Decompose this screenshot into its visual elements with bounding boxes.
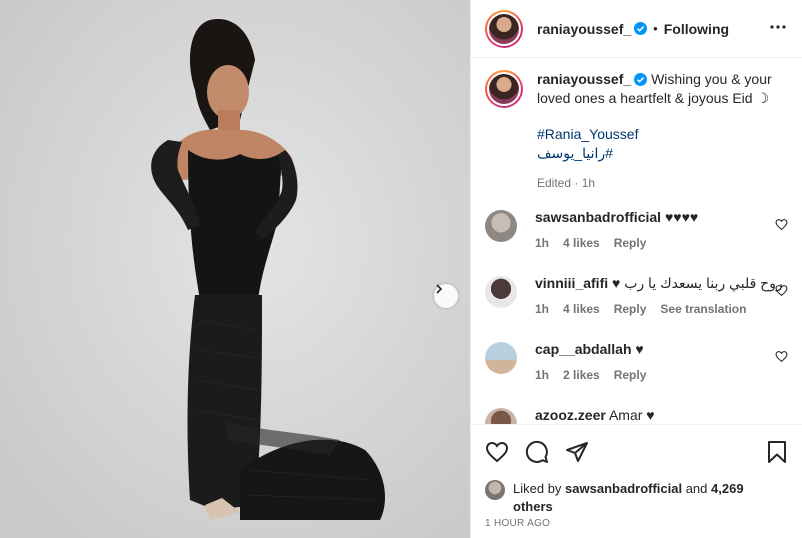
verified-badge-icon xyxy=(634,22,648,35)
hashtag-link[interactable]: #Rania_Youssef xyxy=(537,125,772,144)
likes-summary: Liked by sawsanbadrofficial and 4,269 ot… xyxy=(485,480,788,516)
reply-button[interactable]: Reply xyxy=(614,236,647,250)
comment-likes[interactable]: 4 likes xyxy=(563,236,600,250)
comment-username[interactable]: sawsanbadrofficial xyxy=(535,209,661,225)
reply-button[interactable]: Reply xyxy=(614,368,647,382)
comment-text: روح قلبي ربنا يسعدك يا رب ♥ xyxy=(612,275,783,291)
comment-item: cap__abdallah ♥ 1h 2 likes Reply xyxy=(471,340,802,382)
hashtag-link[interactable]: #رانيا_يوسف xyxy=(537,144,772,163)
send-icon xyxy=(566,441,588,462)
liker-avatar[interactable] xyxy=(485,480,505,500)
following-button[interactable]: Following xyxy=(664,21,729,37)
caption-avatar[interactable] xyxy=(485,70,523,108)
post-header: raniayoussef_ • Following xyxy=(471,0,802,58)
post-actions xyxy=(471,424,802,478)
commenter-avatar[interactable] xyxy=(485,342,517,374)
like-button[interactable] xyxy=(485,440,509,464)
commenter-avatar[interactable] xyxy=(485,276,517,308)
comment-username[interactable]: vinniii_afifi xyxy=(535,275,608,291)
heart-icon xyxy=(485,441,509,462)
save-button[interactable] xyxy=(766,440,788,464)
comment-text: Amar ♥ xyxy=(608,407,655,423)
comment-bubble-icon xyxy=(525,440,548,463)
heart-icon xyxy=(775,285,788,297)
reply-button[interactable]: Reply xyxy=(614,302,647,316)
more-options-button[interactable] xyxy=(768,17,788,40)
commenter-avatar[interactable] xyxy=(485,210,517,242)
comment-button[interactable] xyxy=(525,440,549,464)
liked-by-prefix: Liked by xyxy=(513,481,566,496)
author-username[interactable]: raniayoussef_ xyxy=(537,21,631,37)
heart-icon xyxy=(775,351,788,363)
comment-username[interactable]: azooz.zeer xyxy=(535,407,606,423)
bookmark-icon xyxy=(768,440,786,463)
commenter-avatar[interactable] xyxy=(485,408,517,424)
more-horizontal-icon xyxy=(770,25,786,29)
separator-dot: • xyxy=(653,21,658,36)
comment-item: azooz.zeer Amar ♥ xyxy=(471,406,802,424)
post-photo[interactable] xyxy=(0,0,470,538)
liked-by-middle: and xyxy=(682,481,712,496)
author-avatar[interactable] xyxy=(485,9,523,48)
comment-username[interactable]: cap__abdallah xyxy=(535,341,632,357)
comment-item: sawsanbadrofficial ♥♥♥♥ 1h 4 likes Reply xyxy=(471,208,802,250)
like-comment-button[interactable] xyxy=(775,218,788,234)
likes-count[interactable]: 4,269 xyxy=(711,481,744,496)
photo-illustration xyxy=(0,0,470,538)
next-photo-button[interactable] xyxy=(434,284,458,308)
comment-likes[interactable]: 2 likes xyxy=(563,368,600,382)
chevron-right-icon xyxy=(436,284,443,294)
caption-username[interactable]: raniayoussef_ xyxy=(537,71,631,87)
comment-text: ♥♥♥♥ xyxy=(664,209,699,225)
comment-time: 1h xyxy=(535,236,550,250)
share-button[interactable] xyxy=(565,440,589,464)
like-comment-button[interactable] xyxy=(775,284,788,300)
post-side-panel: raniayoussef_ • Following raniayoussef_ … xyxy=(470,0,802,538)
caption-meta: Edited · 1h xyxy=(537,174,772,193)
post-caption: raniayoussef_ Wishing you & your loved o… xyxy=(471,58,802,193)
comment-time: 1h xyxy=(535,302,550,316)
like-comment-button[interactable] xyxy=(775,350,788,366)
verified-badge-icon xyxy=(634,73,648,86)
comment-likes[interactable]: 4 likes xyxy=(563,302,600,316)
post-modal: raniayoussef_ • Following raniayoussef_ … xyxy=(0,0,802,538)
caption-text-line1: Wishing you & your xyxy=(651,71,772,87)
comments-scroll[interactable]: raniayoussef_ Wishing you & your loved o… xyxy=(471,58,802,424)
heart-icon xyxy=(775,219,788,231)
comment-item: vinniii_afifi روح قلبي ربنا يسعدك يا رب … xyxy=(471,274,802,316)
caption-time: 1h xyxy=(581,176,596,190)
liker-username[interactable]: sawsanbadrofficial xyxy=(565,481,682,496)
post-timestamp[interactable]: 1 HOUR AGO xyxy=(485,518,550,529)
see-translation-button[interactable]: See translation xyxy=(660,302,746,316)
edited-label: Edited xyxy=(537,176,572,190)
comment-time: 1h xyxy=(535,368,550,382)
caption-text-line2: loved ones a heartfelt & joyous Eid ☽ xyxy=(537,90,770,106)
comment-text: ♥ xyxy=(635,341,644,357)
meta-separator: · xyxy=(571,176,582,190)
likes-others[interactable]: others xyxy=(513,499,553,514)
